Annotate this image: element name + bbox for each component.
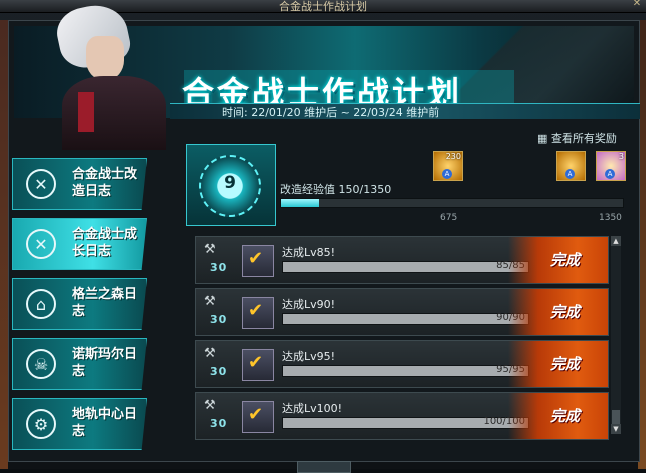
mission-progress-bar: 85/85 (282, 260, 529, 273)
experience-progress-bar (280, 198, 624, 208)
mission-name: 达成Lv95! (282, 350, 336, 363)
tower-icon: ⌂ (26, 289, 56, 319)
reward-item-1350-b[interactable]: 3 A (596, 151, 626, 181)
sidebar-item-gran-forest-log[interactable]: ⌂ 格兰之森日志 (12, 278, 147, 330)
mission-row: ⚒ 30 ✔ 达成Lv100! 100/100 完成 (195, 392, 609, 440)
experience-marker-675: 675 (440, 213, 458, 223)
sidebar-item-modify-log[interactable]: ✕ 合金战士改造日志 (12, 158, 147, 210)
mission-complete-button[interactable]: 完成 (508, 237, 608, 283)
wrench-icon: ⚒ (204, 398, 216, 413)
complete-label: 完成 (550, 407, 581, 425)
sidebar-item-label: 地轨中心日志 (72, 407, 138, 439)
wrench-icon: ⚒ (204, 294, 216, 309)
sidebar-item-subway-log[interactable]: ⚙ 地轨中心日志 (12, 398, 147, 450)
gear-x-icon: ✕ (26, 169, 56, 199)
mission-progress-bar: 95/95 (282, 364, 529, 377)
mission-points: 30 (210, 417, 228, 430)
mission-points: 30 (210, 313, 228, 326)
reward-item-675[interactable]: 230 A (433, 151, 463, 181)
level-badge: 9 (186, 144, 276, 226)
mission-progress-bar: 90/90 (282, 312, 529, 325)
mission-row: ⚒ 30 ✔ 达成Lv85! 85/85 完成 (195, 236, 609, 284)
mission-points: 30 (210, 261, 228, 274)
mission-check-icon: ✔ (242, 297, 274, 329)
mission-check-icon: ✔ (242, 401, 274, 433)
mission-list-scrollbar[interactable]: ▲ ▼ (611, 236, 621, 434)
complete-label: 完成 (550, 303, 581, 321)
event-time-bar: 时间: 22/01/20 维护后 ~ 22/03/24 维护前 (170, 103, 640, 119)
character-portrait (48, 0, 166, 150)
sidebar-item-label: 合金战士改造日志 (72, 167, 138, 199)
view-all-label: 查看所有奖励 (550, 132, 617, 145)
mission-progress-bar: 100/100 (282, 416, 529, 429)
level-value: 9 (224, 173, 236, 193)
mission-complete-button[interactable]: 完成 (508, 341, 608, 387)
gear-x-icon: ✕ (26, 229, 56, 259)
mission-row: ⚒ 30 ✔ 达成Lv95! 95/95 完成 (195, 340, 609, 388)
experience-progress-fill (281, 199, 319, 207)
reward-count: 3 (618, 152, 624, 161)
complete-label: 完成 (550, 251, 581, 269)
complete-label: 完成 (550, 355, 581, 373)
background-left-edge (0, 20, 8, 469)
machine-icon: ⚙ (26, 409, 56, 439)
mission-name: 达成Lv85! (282, 246, 336, 259)
scroll-up-icon[interactable]: ▲ (611, 236, 621, 246)
experience-label-text: 改造经验值 (280, 183, 335, 196)
sidebar-item-label: 合金战士成长日志 (72, 227, 138, 259)
reward-item-1350-a[interactable]: A (556, 151, 586, 181)
skull-icon: ☠ (26, 349, 56, 379)
scrollbar-thumb[interactable] (612, 410, 620, 424)
rewards-grid-icon: ▦ (537, 132, 551, 145)
wrench-icon: ⚒ (204, 346, 216, 361)
mission-points: 30 (210, 365, 228, 378)
mission-list[interactable]: ⚒ 30 ✔ 达成Lv85! 85/85 完成 ⚒ 30 ✔ 达成Lv90! 9… (185, 230, 617, 442)
reward-count: 230 (445, 152, 461, 161)
experience-value: 150/1350 (338, 183, 392, 196)
mission-name: 达成Lv100! (282, 402, 343, 415)
reward-badge: A (442, 169, 452, 179)
wrench-icon: ⚒ (204, 242, 216, 257)
mission-row: ⚒ 30 ✔ 达成Lv90! 90/90 完成 (195, 288, 609, 336)
bottom-button[interactable] (297, 461, 351, 473)
reward-badge: A (565, 169, 575, 179)
sidebar-item-label: 诺斯玛尔日志 (72, 347, 138, 379)
mission-check-icon: ✔ (242, 245, 274, 277)
close-icon[interactable]: ✕ (632, 0, 642, 9)
event-time-text: 时间: 22/01/20 维护后 ~ 22/03/24 维护前 (222, 106, 440, 119)
view-all-rewards-link[interactable]: ▦ 查看所有奖励 (537, 130, 617, 146)
event-window: 合金战士作战计划 ✕ 合金战士作战计划 时间: 22/01/20 维护后 ~ 2… (0, 0, 646, 473)
mission-name: 达成Lv90! (282, 298, 336, 311)
experience-marker-1350: 1350 (599, 213, 622, 223)
sidebar-item-growth-log[interactable]: ✕ 合金战士成长日志 (12, 218, 147, 270)
scroll-down-icon[interactable]: ▼ (611, 424, 621, 434)
sidebar-item-label: 格兰之森日志 (72, 287, 138, 319)
experience-label: 改造经验值 150/1350 (280, 181, 391, 197)
reward-badge: A (605, 169, 615, 179)
mission-check-icon: ✔ (242, 349, 274, 381)
mission-complete-button[interactable]: 完成 (508, 393, 608, 439)
mission-complete-button[interactable]: 完成 (508, 289, 608, 335)
sidebar-item-nosmar-log[interactable]: ☠ 诺斯玛尔日志 (12, 338, 147, 390)
